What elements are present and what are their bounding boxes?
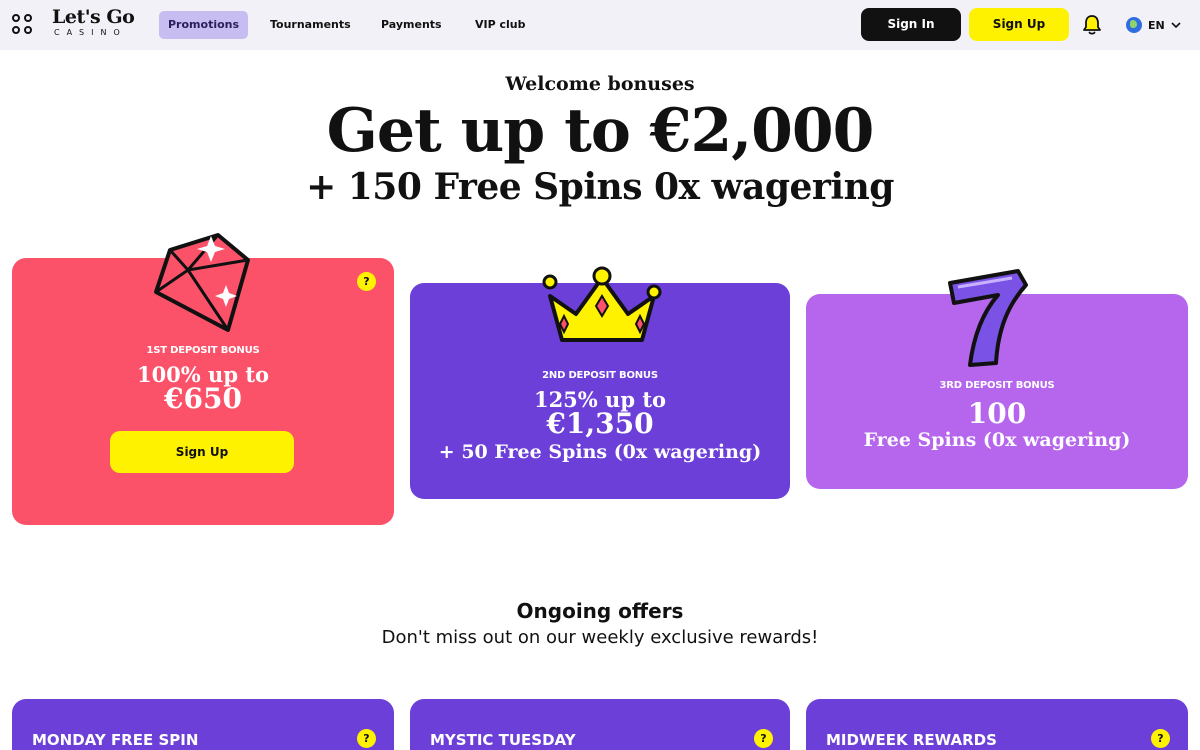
bonus-label: 2ND DEPOSIT BONUS: [542, 370, 658, 381]
help-icon[interactable]: ?: [357, 272, 376, 291]
bonus-amount: €650: [164, 382, 242, 415]
bonus-label: 1ST DEPOSIT BONUS: [146, 345, 260, 356]
site-logo[interactable]: Let's Go CASINO: [52, 6, 135, 38]
hero-title: Get up to €2,000: [326, 96, 875, 166]
bonus-amount: 100: [967, 397, 1027, 430]
nav-vip-club[interactable]: VIP club: [466, 11, 535, 39]
offer-card-monday[interactable]: MONDAY FREE SPIN ?: [12, 699, 394, 750]
hero-eyebrow: Welcome bonuses: [505, 73, 695, 95]
nav-payments[interactable]: Payments: [372, 11, 451, 39]
card-sign-up-button[interactable]: Sign Up: [110, 431, 294, 473]
ongoing-offers-title: Ongoing offers: [516, 599, 684, 623]
help-icon[interactable]: ?: [1151, 729, 1170, 748]
help-icon[interactable]: ?: [357, 729, 376, 748]
bonus-label: 3RD DEPOSIT BONUS: [939, 380, 1055, 391]
logo-main-text: Let's Go: [52, 6, 135, 28]
sign-in-button[interactable]: Sign In: [861, 8, 961, 41]
bell-icon[interactable]: [1080, 13, 1104, 37]
help-icon[interactable]: ?: [754, 729, 773, 748]
offer-title: MIDWEEK REWARDS: [826, 731, 997, 749]
nav-tournaments[interactable]: Tournaments: [261, 11, 360, 39]
offer-card-midweek[interactable]: MIDWEEK REWARDS ?: [806, 699, 1188, 750]
menu-grid-icon[interactable]: [12, 14, 33, 35]
offer-title: MYSTIC TUESDAY: [430, 731, 576, 749]
language-selector[interactable]: EN: [1126, 15, 1181, 35]
seven-icon: [948, 269, 1028, 367]
ongoing-offers-subtitle: Don't miss out on our weekly exclusive r…: [381, 627, 819, 648]
hero-subtitle: + 150 Free Spins 0x wagering: [306, 166, 894, 208]
sign-up-button[interactable]: Sign Up: [969, 8, 1069, 41]
globe-icon: [1126, 17, 1142, 33]
bonus-extra: + 50 Free Spins (0x wagering): [438, 441, 762, 463]
offer-title: MONDAY FREE SPIN: [32, 731, 199, 749]
nav-promotions[interactable]: Promotions: [159, 11, 249, 39]
bonus-extra: Free Spins (0x wagering): [863, 429, 1131, 451]
bonus-amount: €1,350: [546, 407, 654, 440]
top-header: Let's Go CASINO Promotions Tournaments P…: [0, 0, 1200, 50]
diamond-icon: [154, 233, 250, 332]
language-code: EN: [1148, 18, 1165, 32]
logo-sub-text: CASINO: [54, 28, 127, 37]
chevron-down-icon: [1171, 22, 1181, 29]
offer-card-tuesday[interactable]: MYSTIC TUESDAY ?: [410, 699, 790, 750]
crown-icon: [542, 266, 662, 342]
